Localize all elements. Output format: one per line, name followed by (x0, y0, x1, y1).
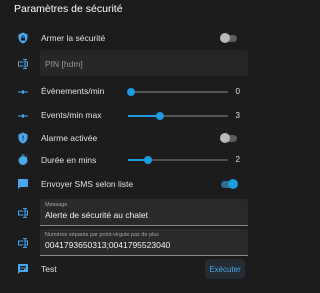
sms-toggle[interactable] (221, 179, 238, 189)
events-min-slider[interactable] (127, 88, 228, 96)
message-input[interactable]: Message Alerte de sécurité au chalet (40, 199, 248, 226)
numbers-row: Numéros séparés par point-virgule pas de… (6, 229, 249, 256)
events-max-label: Events/min max (41, 110, 102, 120)
arm-security-label: Armer la sécurité (41, 33, 106, 43)
events-min-value: 0 (235, 87, 240, 96)
shield-alert-icon (17, 132, 29, 144)
toggle-knob (220, 33, 230, 43)
numbers-field-value: 0041793650313;0041795523040 (45, 240, 171, 250)
ray-vertex-icon (17, 110, 29, 122)
form-textbox-icon (17, 58, 29, 70)
message-icon (17, 178, 29, 190)
ray-vertex-icon (17, 86, 29, 98)
numbers-field-label: Numéros séparés par point-virgule pas de… (45, 232, 160, 238)
events-max-slider[interactable] (128, 112, 228, 120)
events-max-row: Events/min max 3 (6, 104, 249, 128)
events-min-label: Évènements/min (41, 86, 105, 96)
slider-thumb[interactable] (127, 88, 135, 96)
test-label: Test (41, 264, 57, 274)
events-max-value: 3 (235, 111, 240, 120)
numbers-input[interactable]: Numéros séparés par point-virgule pas de… (40, 229, 248, 256)
message-text-icon (17, 263, 29, 275)
form-textbox-icon (17, 237, 29, 249)
events-min-row: Évènements/min 0 (6, 80, 249, 104)
security-settings-card: Paramètres de sécurité Armer la sécurité… (6, 0, 249, 289)
message-row: Message Alerte de sécurité au chalet (6, 199, 249, 226)
message-field-label: Message (45, 202, 68, 208)
alarm-label: Alarme activée (41, 133, 98, 143)
sms-label: Envoyer SMS selon liste (41, 179, 134, 189)
pin-placeholder: PIN [hdm] (45, 59, 83, 69)
slider-thumb[interactable] (156, 112, 164, 120)
duration-value: 2 (235, 155, 240, 164)
toggle-knob (220, 133, 230, 143)
alarm-toggle[interactable] (220, 133, 237, 143)
execute-button[interactable]: Exécuter (205, 259, 245, 279)
slider-thumb[interactable] (144, 156, 152, 164)
arm-security-row[interactable]: Armer la sécurité (6, 26, 249, 50)
duration-slider[interactable] (128, 156, 228, 164)
duration-label: Durée en mins (41, 155, 97, 165)
shield-lock-icon (17, 32, 29, 44)
alarm-row[interactable]: Alarme activée (6, 126, 249, 150)
pin-input[interactable]: PIN [hdm] (40, 50, 248, 76)
arm-security-toggle[interactable] (220, 33, 237, 43)
slider-fill (128, 115, 158, 117)
message-field-value: Alerte de sécurité au chalet (45, 210, 149, 220)
pin-row: PIN [hdm] (6, 50, 249, 76)
timer-icon (17, 154, 29, 166)
toggle-knob (228, 179, 238, 189)
form-textbox-icon (17, 207, 29, 219)
card-title: Paramètres de sécurité (14, 3, 123, 15)
duration-row: Durée en mins 2 (6, 148, 249, 172)
sms-row[interactable]: Envoyer SMS selon liste (6, 172, 249, 196)
